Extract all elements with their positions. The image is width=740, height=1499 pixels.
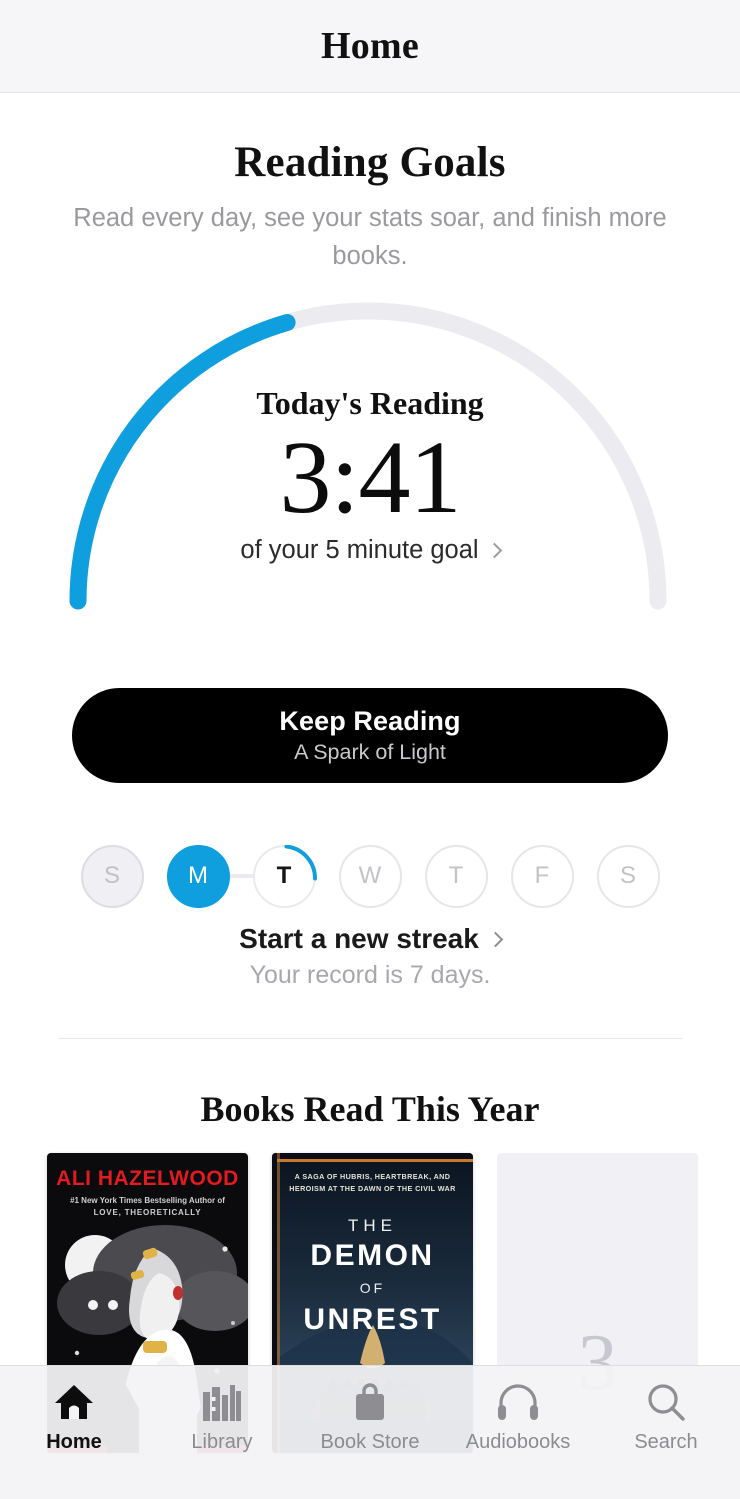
streak-day-4[interactable]: T [413, 838, 499, 914]
start-new-streak-link[interactable]: Start a new streak [0, 923, 740, 955]
keep-reading-button[interactable]: Keep Reading A Spark of Light [72, 688, 668, 783]
day-progress-arc [284, 844, 317, 880]
streak-info: Start a new streak Your record is 7 days… [0, 923, 740, 990]
books-icon [200, 1380, 244, 1424]
day-letter: T [448, 862, 464, 889]
app-screen: Home Reading Goals Read every day, see y… [0, 0, 740, 1499]
tab-label-audiobooks: Audiobooks [465, 1431, 571, 1453]
streak-day-3[interactable]: W [327, 838, 413, 914]
svg-text:UNREST: UNREST [303, 1303, 441, 1336]
svg-text:HEROISM AT THE DAWN OF THE CIV: HEROISM AT THE DAWN OF THE CIVIL WAR [289, 1184, 456, 1193]
streak-day-0[interactable]: S [69, 838, 155, 914]
day-letter: S [103, 862, 120, 889]
streak-day-6[interactable]: S [585, 838, 671, 914]
tab-book-store[interactable]: Book Store [296, 1380, 444, 1454]
day-circle-saturday[interactable]: S [596, 844, 660, 908]
tab-label-library: Library [191, 1431, 253, 1453]
day-letter: F [534, 862, 550, 889]
bag-icon [350, 1380, 390, 1424]
bottom-tab-bar: Home Library Book Store Audiobooks Searc… [0, 1365, 740, 1499]
progress-labels: Today's Reading 3:41 of your 5 minute go… [0, 385, 740, 565]
day-letter: W [358, 862, 382, 889]
goal-row[interactable]: of your 5 minute goal [0, 536, 740, 565]
chevron-right-icon [486, 542, 502, 559]
reading-goals-subtitle: Read every day, see your stats soar, and… [73, 204, 667, 270]
chevron-right-icon [487, 931, 504, 947]
section-divider [58, 1038, 682, 1039]
svg-text:A SAGA OF HUBRIS, HEARTBREAK,: A SAGA OF HUBRIS, HEARTBREAK, AND [295, 1172, 451, 1181]
streak-day-2[interactable]: T [241, 838, 327, 914]
tab-home[interactable]: Home [0, 1380, 148, 1454]
reading-goals-heading: Reading Goals [234, 139, 506, 186]
day-circle-friday[interactable]: F [510, 844, 574, 908]
goal-text: of your 5 minute goal [240, 536, 479, 564]
day-circle-monday[interactable]: M [166, 844, 230, 908]
search-icon [646, 1380, 686, 1424]
svg-text:LOVE, THEORETICALLY: LOVE, THEORETICALLY [94, 1208, 202, 1217]
home-icon [53, 1380, 95, 1424]
day-circle-thursday[interactable]: T [424, 844, 488, 908]
keep-reading-label: Keep Reading [279, 706, 461, 736]
tab-label-home: Home [46, 1431, 102, 1453]
day-letter: M [188, 862, 208, 889]
tab-label-book-store: Book Store [320, 1431, 420, 1453]
svg-text:THE: THE [348, 1216, 397, 1235]
day-letter: S [619, 862, 636, 889]
todays-reading-label: Today's Reading [256, 385, 484, 421]
streak-day-1[interactable]: M [155, 838, 284, 914]
scroll-content: Reading Goals Read every day, see your s… [0, 93, 740, 1499]
start-new-streak-label: Start a new streak [239, 923, 479, 954]
books-read-heading: Books Read This Year [200, 1089, 540, 1129]
tab-search[interactable]: Search [592, 1380, 740, 1454]
tab-label-search: Search [634, 1431, 698, 1453]
reading-progress-gauge[interactable]: Today's Reading 3:41 of your 5 minute go… [0, 289, 740, 619]
reading-time-value: 3:41 [279, 420, 462, 535]
day-circle-sunday[interactable]: S [80, 844, 144, 908]
day-circle-tuesday-today[interactable]: T [252, 844, 317, 908]
svg-text:#1 New York Times Bestselling: #1 New York Times Bestselling Author of [70, 1196, 225, 1205]
streak-day-row: S M T W T F S [0, 838, 740, 914]
headphones-icon [496, 1380, 540, 1424]
streak-day-5[interactable]: F [499, 838, 585, 914]
page-title: Home [321, 25, 419, 67]
keep-reading-book-title: A Spark of Light [294, 740, 446, 764]
cover-author-text: ALI HAZELWOOD [56, 1167, 239, 1190]
streak-record-text: Your record is 7 days. [249, 961, 491, 989]
tab-audiobooks[interactable]: Audiobooks [444, 1380, 592, 1454]
tab-library[interactable]: Library [148, 1380, 296, 1454]
svg-text:OF: OF [360, 1280, 385, 1296]
svg-text:DEMON: DEMON [310, 1239, 434, 1272]
navigation-bar: Home [0, 0, 740, 93]
day-circle-wednesday[interactable]: W [338, 844, 402, 908]
